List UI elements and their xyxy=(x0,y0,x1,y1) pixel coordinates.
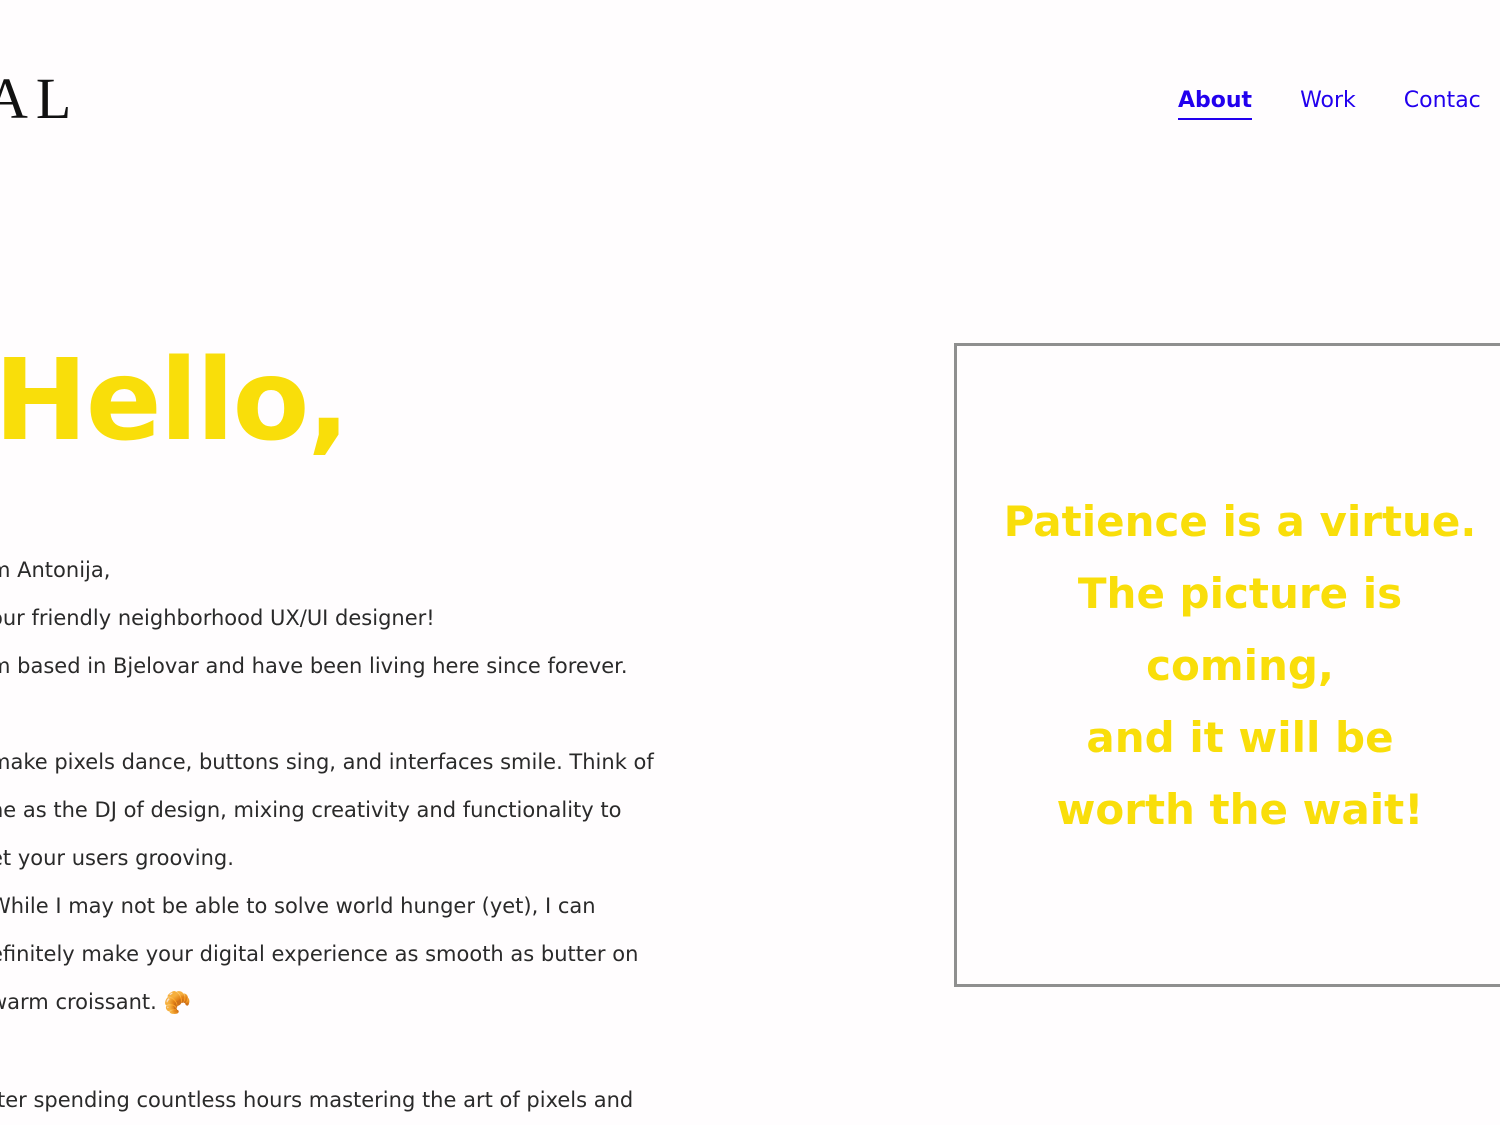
nav-link-contact[interactable]: Contac xyxy=(1404,86,1481,120)
logo[interactable]: AL xyxy=(0,70,79,128)
bio-line: et your users grooving. xyxy=(0,846,234,870)
bio-line-croissant: warm croissant. 🥐 xyxy=(0,978,780,1028)
bio-line: While I may not be able to solve world h… xyxy=(0,894,596,918)
placeholder-line: The picture is xyxy=(1077,569,1403,618)
bio-line: our friendly neighborhood UX/UI designer… xyxy=(0,606,435,630)
main-nav: About Work Contac xyxy=(1178,86,1481,120)
hero-greeting: Hello, xyxy=(0,336,350,466)
bio-spacer xyxy=(0,690,780,738)
bio-line: m based in Bjelovar and have been living… xyxy=(0,654,628,678)
placeholder-line: worth the wait! xyxy=(1056,785,1424,834)
bio-line: make pixels dance, buttons sing, and int… xyxy=(0,750,654,774)
bio-line: efinitely make your digital experience a… xyxy=(0,942,639,966)
bio-spacer xyxy=(0,1028,780,1076)
placeholder-line: and it will be xyxy=(1086,713,1394,762)
nav-link-about[interactable]: About xyxy=(1178,86,1253,120)
bio-line: fter spending countless hours mastering … xyxy=(0,1088,634,1112)
croissant-icon: 🥐 xyxy=(163,991,191,1016)
placeholder-line: coming, xyxy=(1146,641,1334,690)
bio-line: m Antonija, xyxy=(0,558,111,582)
placeholder-line: Patience is a virtue. xyxy=(1003,497,1477,546)
bio-line-text: warm croissant. xyxy=(0,990,157,1014)
bio-line: ne as the DJ of design, mixing creativit… xyxy=(0,798,622,822)
bio-text: m Antonija, our friendly neighborhood UX… xyxy=(0,546,780,1124)
nav-link-work[interactable]: Work xyxy=(1300,86,1356,120)
